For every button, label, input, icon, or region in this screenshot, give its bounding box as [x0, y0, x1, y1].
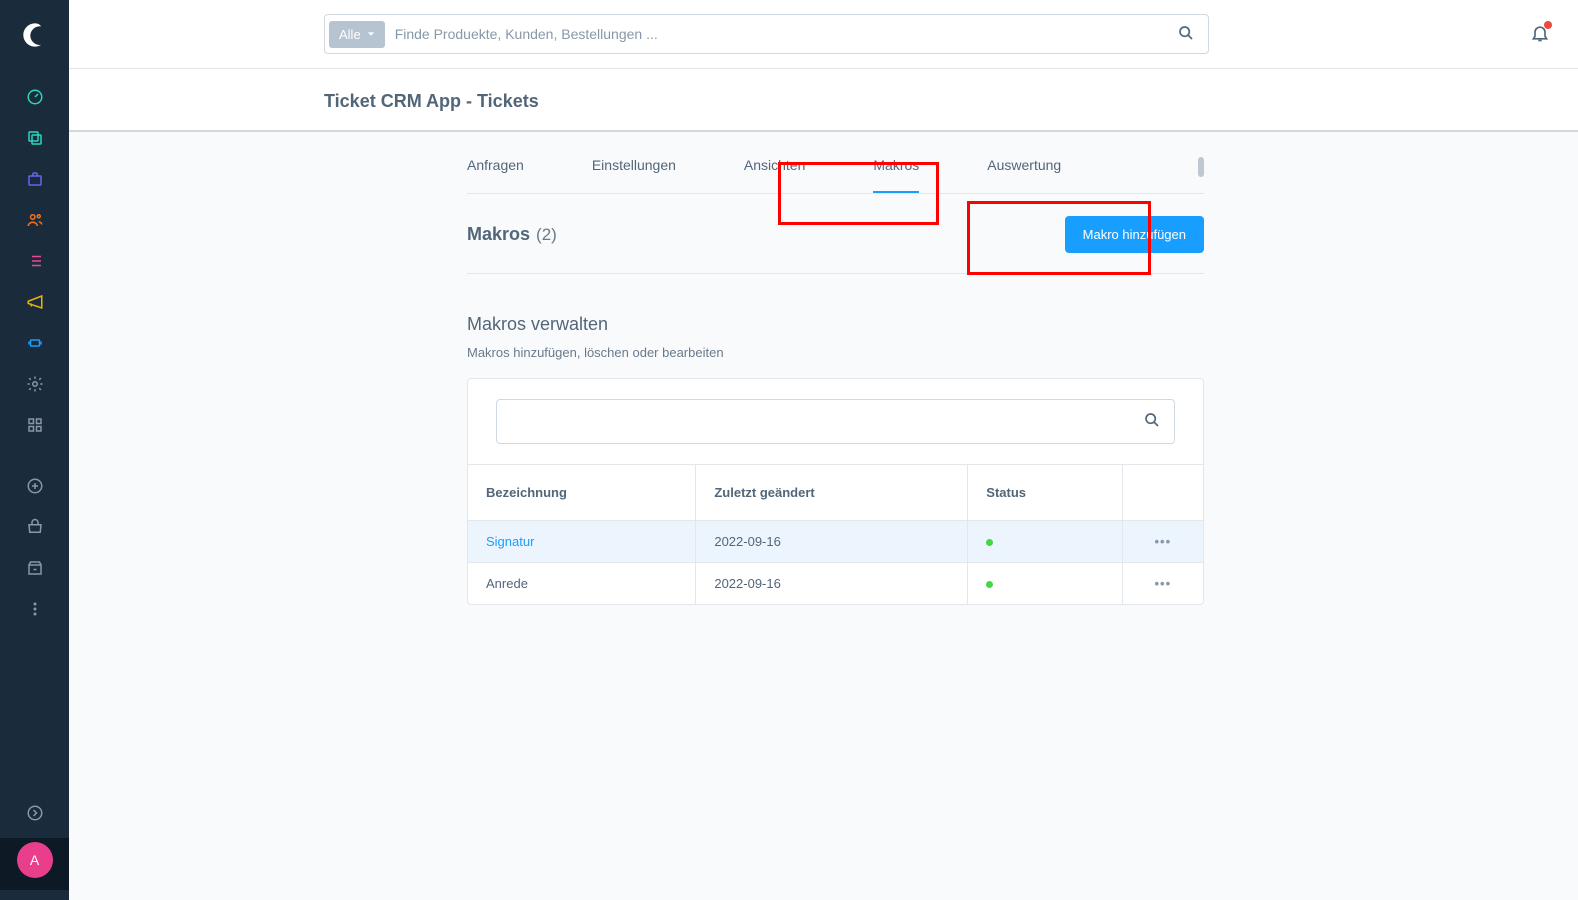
topbar: Alle	[69, 0, 1578, 69]
notification-indicator	[1544, 21, 1552, 29]
table-cell-changed: 2022-09-16	[696, 521, 968, 563]
page-title: Ticket CRM App - Tickets	[324, 91, 1578, 112]
more-vertical-icon[interactable]	[25, 599, 45, 619]
tab-einstellungen[interactable]: Einstellungen	[592, 157, 676, 193]
briefcase-icon[interactable]	[25, 169, 45, 189]
logo[interactable]	[0, 0, 69, 69]
avatar[interactable]: A	[17, 842, 53, 878]
status-dot-icon	[986, 539, 993, 546]
row-actions-button[interactable]: •••	[1122, 521, 1203, 563]
table-cell-changed: 2022-09-16	[696, 563, 968, 605]
apps-icon[interactable]	[25, 415, 45, 435]
shop-icon[interactable]	[25, 517, 45, 537]
makros-table: Bezeichnung Zuletzt geändert Status Sign…	[468, 464, 1203, 604]
tab-ansichten[interactable]: Ansichten	[744, 157, 805, 193]
table-header-status[interactable]: Status	[968, 465, 1122, 521]
tab-makros[interactable]: Makros	[873, 157, 919, 193]
search-button[interactable]	[1168, 25, 1204, 44]
megaphone-icon[interactable]	[25, 292, 45, 312]
section-header: Makros (2) Makro hinzufügen	[467, 194, 1204, 274]
section-label: Makros	[467, 224, 530, 245]
status-dot-icon	[986, 581, 993, 588]
section-count: (2)	[536, 225, 557, 245]
makros-search-input[interactable]	[497, 404, 1130, 440]
tab-scrollbar[interactable]	[1198, 157, 1204, 177]
add-makro-button[interactable]: Makro hinzufügen	[1065, 216, 1204, 253]
notifications-button[interactable]	[1530, 23, 1550, 46]
sidebar: A	[0, 0, 69, 900]
chevron-down-icon	[367, 30, 375, 38]
users-icon[interactable]	[25, 210, 45, 230]
subsection-desc: Makros hinzufügen, löschen oder bearbeit…	[467, 345, 1204, 360]
table-header-changed[interactable]: Zuletzt geändert	[696, 465, 968, 521]
subsection-title: Makros verwalten	[467, 314, 1204, 335]
row-actions-button[interactable]: •••	[1122, 563, 1203, 605]
tab-anfragen[interactable]: Anfragen	[467, 157, 524, 193]
tabs: Anfragen Einstellungen Ansichten Makros …	[467, 132, 1204, 194]
table-header-name[interactable]: Bezeichnung	[468, 465, 696, 521]
makros-search-button[interactable]	[1130, 412, 1174, 431]
copy-icon[interactable]	[25, 128, 45, 148]
dashboard-icon[interactable]	[25, 87, 45, 107]
table-header-actions	[1122, 465, 1203, 521]
tab-auswertung[interactable]: Auswertung	[987, 157, 1061, 193]
page-header: Ticket CRM App - Tickets	[69, 69, 1578, 132]
search-icon	[1144, 412, 1160, 428]
table-cell-status	[968, 563, 1122, 605]
plugin-icon[interactable]	[25, 333, 45, 353]
makros-search	[496, 399, 1175, 444]
collapse-icon[interactable]	[25, 803, 45, 823]
makros-card: Bezeichnung Zuletzt geändert Status Sign…	[467, 378, 1204, 605]
table-cell-name[interactable]: Anrede	[468, 563, 696, 605]
search-filter-dropdown[interactable]: Alle	[329, 21, 385, 48]
gear-icon[interactable]	[25, 374, 45, 394]
list-icon[interactable]	[25, 251, 45, 271]
table-row[interactable]: Anrede2022-09-16 •••	[468, 563, 1203, 605]
store-icon[interactable]	[25, 558, 45, 578]
search-icon	[1178, 25, 1194, 41]
search-filter-label: Alle	[339, 27, 361, 42]
table-cell-status	[968, 521, 1122, 563]
search-input[interactable]	[385, 18, 1168, 50]
plus-circle-icon[interactable]	[25, 476, 45, 496]
table-cell-name[interactable]: Signatur	[468, 521, 696, 563]
global-search: Alle	[324, 14, 1209, 54]
avatar-initial: A	[30, 852, 39, 868]
table-row[interactable]: Signatur2022-09-16 •••	[468, 521, 1203, 563]
